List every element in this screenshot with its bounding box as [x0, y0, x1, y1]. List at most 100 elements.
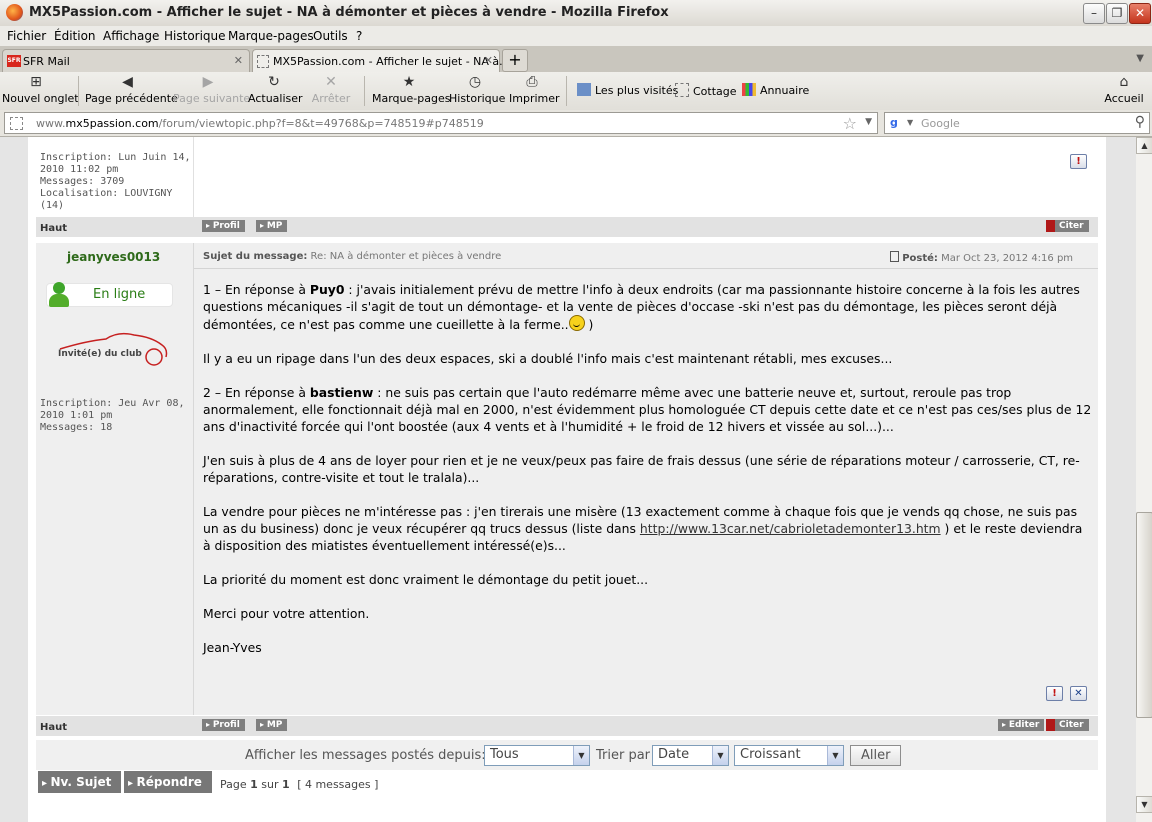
stop-label: Arrêter: [311, 92, 351, 105]
bookmark-star-icon: ★: [402, 74, 416, 90]
post-footer: [36, 716, 1098, 736]
scroll-down-icon[interactable]: ▼: [1136, 796, 1152, 813]
sort-by-select[interactable]: Date ▼: [652, 745, 729, 766]
home-button[interactable]: ⌂ Accueil: [1103, 74, 1145, 108]
address-bar[interactable]: www.mx5passion.com/forum/viewtopic.php?f…: [4, 112, 878, 134]
close-button[interactable]: ✕: [1129, 3, 1151, 24]
bookmark-label: Cottage: [693, 85, 737, 98]
stop-icon: ✕: [325, 74, 337, 90]
profile-button[interactable]: Profil: [202, 719, 245, 731]
external-link[interactable]: http://www.13car.net/cabrioletademonter1…: [640, 521, 941, 536]
menu-outils[interactable]: Outils: [313, 29, 348, 43]
prev-post-profile: Inscription: Lun Juin 14, 2010 11:02 pm …: [40, 152, 191, 212]
back-to-top-link[interactable]: Haut: [40, 722, 67, 733]
new-tab-toolbar-button[interactable]: ⊞ Nouvel onglet: [2, 74, 79, 108]
new-tab-label: Nouvel onglet: [2, 92, 79, 105]
history-dropdown-icon[interactable]: ▼: [865, 117, 872, 127]
forward-button[interactable]: ▶ Page suivante: [173, 74, 250, 108]
engine-dropdown-icon[interactable]: ▼: [907, 118, 913, 127]
quote-button[interactable]: Citer: [1046, 719, 1089, 731]
chevron-down-icon: ▼: [573, 746, 589, 765]
address-text[interactable]: www.mx5passion.com/forum/viewtopic.php?f…: [36, 117, 484, 130]
profile-line: Messages: 3709: [40, 176, 125, 187]
order-value: Croissant: [740, 747, 801, 762]
vertical-scrollbar[interactable]: ▲ ▼: [1136, 137, 1152, 822]
history-button[interactable]: ◷ Historique: [449, 74, 505, 108]
tab-mx5passion[interactable]: MX5Passion.com - Afficher le sujet - NA …: [252, 49, 510, 73]
new-tab-button[interactable]: +: [502, 49, 528, 72]
bookmark-label: Annuaire: [760, 84, 810, 97]
bookmark-star-icon[interactable]: ☆: [843, 114, 857, 133]
posted-label: Posté:: [902, 253, 938, 264]
menu-affichage[interactable]: Affichage: [103, 29, 159, 43]
profile-button[interactable]: Profil: [202, 220, 245, 232]
search-icon[interactable]: ⚲: [1135, 114, 1145, 130]
quote-button[interactable]: Citer: [1046, 220, 1089, 232]
site-identity-icon[interactable]: [10, 117, 23, 130]
reload-button[interactable]: ↻ Actualiser: [248, 74, 303, 108]
order-select[interactable]: Croissant ▼: [734, 745, 844, 766]
window-title: MX5Passion.com - Afficher le sujet - NA …: [29, 5, 669, 20]
quoted-user: bastienw: [309, 385, 374, 400]
tab-label: MX5Passion.com - Afficher le sujet - NA …: [273, 55, 510, 68]
pm-button[interactable]: MP: [256, 220, 288, 232]
car-silhouette-icon: [59, 332, 168, 366]
minimize-button[interactable]: –: [1083, 3, 1105, 24]
print-button[interactable]: ⎙ Imprimer: [509, 74, 560, 108]
menu-help[interactable]: ?: [356, 29, 362, 43]
tab-list-icon[interactable]: ▼: [1136, 53, 1144, 64]
chevron-down-icon: ▼: [827, 746, 843, 765]
post-author[interactable]: jeanyves0013: [67, 250, 160, 264]
search-bar[interactable]: g ▼ Google ⚲: [884, 112, 1150, 134]
post-body: 1 – En réponse à Puy0 : j'avais initiale…: [203, 281, 1093, 673]
tab-sfr-mail[interactable]: SFR SFR Mail ✕: [2, 49, 250, 73]
profile-line: Inscription: Lun Juin 14,: [40, 152, 191, 163]
menu-historique[interactable]: Historique: [164, 29, 226, 43]
report-icon[interactable]: !: [1070, 154, 1087, 169]
profile-line: Messages: 18: [40, 422, 113, 433]
tab-close-icon[interactable]: ✕: [234, 54, 243, 67]
menu-fichier[interactable]: Fichier: [7, 29, 46, 43]
stop-button[interactable]: ✕ Arrêter: [310, 74, 352, 108]
firefox-icon: [6, 4, 23, 21]
tab-close-icon[interactable]: ✕: [484, 54, 493, 67]
posted-date: Mar Oct 23, 2012 4:16 pm: [941, 253, 1074, 264]
window-titlebar: MX5Passion.com - Afficher le sujet - NA …: [0, 0, 1152, 27]
back-to-top-link[interactable]: Haut: [40, 223, 67, 234]
maximize-button[interactable]: ❐: [1106, 3, 1128, 24]
address-row: www.mx5passion.com/forum/viewtopic.php?f…: [0, 110, 1152, 137]
report-icon[interactable]: !: [1046, 686, 1063, 701]
edit-button[interactable]: Editer: [998, 719, 1045, 731]
post-date: Posté: Mar Oct 23, 2012 4:16 pm: [890, 251, 1073, 264]
menu-marque-pages[interactable]: Marque-pages: [228, 29, 314, 43]
pm-button[interactable]: MP: [256, 719, 288, 731]
subject-label: Sujet du message:: [203, 251, 308, 262]
period-select[interactable]: Tous ▼: [484, 745, 590, 766]
back-button[interactable]: ◀ Page précédente: [85, 74, 178, 108]
google-icon[interactable]: g: [890, 116, 903, 129]
scrollbar-thumb[interactable]: [1136, 512, 1152, 718]
tab-label: SFR Mail: [23, 55, 70, 68]
post-paragraph-6: La priorité du moment est donc vraiment …: [203, 572, 649, 587]
page-icon: [675, 83, 689, 97]
post-paragraph-3: 2 – En réponse à bastienw : ne suis pas …: [203, 385, 1092, 434]
new-topic-button[interactable]: Nv. Sujet: [38, 771, 122, 793]
bookmark-most-visited[interactable]: Les plus visités: [577, 83, 678, 97]
rank-image: Invité(e) du club: [56, 327, 176, 367]
reply-button[interactable]: Répondre: [124, 771, 212, 793]
post-subject: Sujet du message: Re: NA à démonter et p…: [203, 251, 501, 262]
prev-post-footer: [36, 217, 1098, 237]
menu-edition[interactable]: Édition: [54, 29, 96, 43]
scroll-up-icon[interactable]: ▲: [1136, 137, 1152, 154]
go-button[interactable]: Aller: [850, 745, 902, 766]
delete-icon[interactable]: ✕: [1070, 686, 1087, 701]
profile-line: Inscription: Jeu Avr 08,: [40, 398, 185, 409]
column-divider: [193, 243, 194, 715]
post-paragraph-2: Il y a eu un ripage dans l'un des deux e…: [203, 351, 893, 366]
post-link-icon[interactable]: [890, 251, 899, 262]
bookmark-label: Les plus visités: [595, 84, 679, 97]
bookmark-cottage[interactable]: Cottage: [675, 83, 737, 98]
bookmark-annuaire[interactable]: Annuaire: [742, 83, 809, 97]
bookmarks-button[interactable]: ★ Marque-pages: [372, 74, 450, 108]
print-label: Imprimer: [509, 92, 560, 105]
